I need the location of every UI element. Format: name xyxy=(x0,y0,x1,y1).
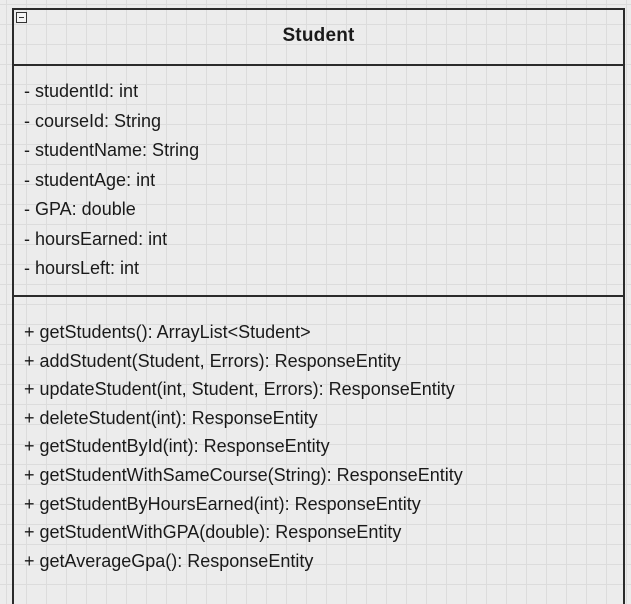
attribute-item: - hoursLeft: int xyxy=(24,258,140,278)
attribute-item: - studentAge: int xyxy=(24,169,156,190)
method-item: + updateStudent(int, Student, Errors): R… xyxy=(24,379,455,400)
method-item: + getStudentWithGPA(double): ResponseEnt… xyxy=(24,522,402,543)
class-header: Student xyxy=(14,10,623,66)
collapse-minus-icon[interactable] xyxy=(16,12,27,23)
attribute-item: - studentName: String xyxy=(24,140,200,160)
class-name: Student xyxy=(282,25,355,46)
method-item: + getStudents(): ArrayList<Student> xyxy=(24,322,311,342)
attribute-item: - hoursEarned: int xyxy=(24,228,168,249)
method-item: + getStudentWithSameCourse(String): Resp… xyxy=(24,464,463,485)
uml-class-box[interactable]: Student - studentId: int - courseId: Str… xyxy=(12,8,625,604)
attribute-item: - courseId: String xyxy=(24,110,162,131)
method-item: + getStudentByHoursEarned(int): Response… xyxy=(24,493,421,514)
method-item: + addStudent(Student, Errors): ResponseE… xyxy=(24,350,401,371)
attributes-compartment: - studentId: int - courseId: String - st… xyxy=(14,66,623,297)
method-item: + getAverageGpa(): ResponseEntity xyxy=(24,550,314,571)
method-item: + deleteStudent(int): ResponseEntity xyxy=(24,407,318,428)
attribute-item: - GPA: double xyxy=(24,199,136,219)
method-item: + getStudentById(int): ResponseEntity xyxy=(24,436,330,457)
methods-compartment: + getStudents(): ArrayList<Student> + ad… xyxy=(14,297,623,575)
attribute-item: - studentId: int xyxy=(24,81,139,101)
